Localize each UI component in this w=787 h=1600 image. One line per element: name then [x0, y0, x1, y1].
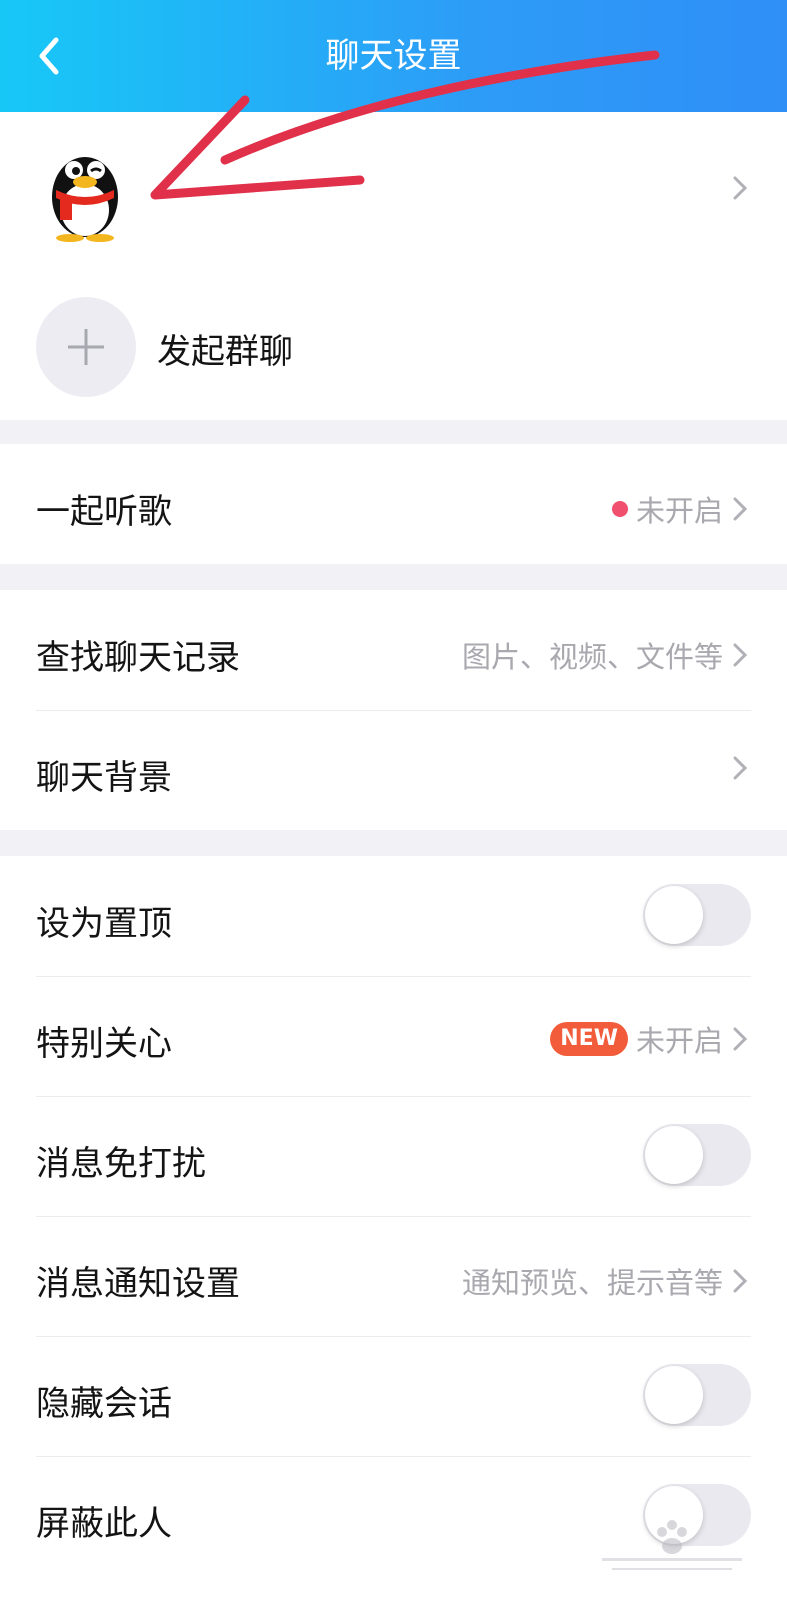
- search-history-row[interactable]: 查找聊天记录 图片、视频、文件等: [0, 590, 787, 710]
- notification-settings-row[interactable]: 消息通知设置 通知预览、提示音等: [0, 1216, 787, 1336]
- listen-status-text: 未开启: [635, 494, 723, 528]
- do-not-disturb-toggle[interactable]: [643, 1124, 751, 1186]
- title-bar: 聊天设置: [0, 0, 787, 112]
- history-section: 查找聊天记录 图片、视频、文件等 聊天背景: [0, 590, 787, 830]
- toggle-knob: [645, 1366, 703, 1424]
- search-history-label: 查找聊天记录: [36, 638, 240, 678]
- profile-row[interactable]: [0, 112, 787, 272]
- hide-conversation-label: 隐藏会话: [36, 1384, 172, 1424]
- chat-background-row[interactable]: 聊天背景: [0, 710, 787, 830]
- members-section: 发起群聊: [0, 112, 787, 420]
- notification-settings-hint-text: 通知预览、提示音等: [461, 1266, 723, 1300]
- hide-conversation-row: 隐藏会话: [0, 1336, 787, 1456]
- notification-settings-label: 消息通知设置: [36, 1264, 240, 1304]
- search-history-hint: 图片、视频、文件等: [462, 634, 749, 676]
- chevron-right-icon: [733, 176, 748, 200]
- do-not-disturb-row: 消息免打扰: [0, 1096, 787, 1216]
- listen-together-label: 一起听歌: [36, 492, 172, 532]
- chevron-right-icon: [733, 1027, 748, 1051]
- chevron-right-icon: [733, 1269, 748, 1293]
- plus-icon: [68, 329, 104, 365]
- hide-conversation-toggle[interactable]: [643, 1364, 751, 1426]
- baidu-watermark-logo: [602, 1520, 742, 1570]
- toggle-knob: [645, 1126, 703, 1184]
- options-section: 设为置顶 特别关心 NEW 未开启 消息免打扰 消息通知设置 通知预览、提示音等…: [0, 856, 787, 1600]
- do-not-disturb-label: 消息免打扰: [36, 1144, 206, 1184]
- start-group-chat-label: 发起群聊: [157, 332, 293, 372]
- listen-status: 未开启: [611, 488, 749, 530]
- pin-to-top-label: 设为置顶: [36, 904, 172, 944]
- chevron-right-icon: [733, 643, 748, 667]
- add-member-button[interactable]: [36, 297, 136, 397]
- chevron-right-icon: [733, 497, 748, 521]
- special-care-status: NEW 未开启: [550, 1018, 749, 1060]
- special-care-row[interactable]: 特别关心 NEW 未开启: [0, 976, 787, 1096]
- profile-arrow: [731, 174, 749, 202]
- page-title: 聊天设置: [325, 36, 462, 76]
- start-group-chat-row[interactable]: 发起群聊: [0, 272, 787, 412]
- chat-background-arrow: [731, 754, 749, 782]
- listen-section: 一起听歌 未开启: [0, 444, 787, 564]
- qq-penguin-avatar[interactable]: [44, 142, 126, 242]
- listen-together-row[interactable]: 一起听歌 未开启: [0, 444, 787, 564]
- special-care-status-text: 未开启: [635, 1024, 723, 1058]
- toggle-knob: [645, 886, 703, 944]
- chevron-right-icon: [733, 756, 748, 780]
- pin-to-top-toggle[interactable]: [643, 884, 751, 946]
- chat-background-label: 聊天背景: [36, 758, 172, 798]
- new-badge: NEW: [550, 1022, 628, 1056]
- notification-settings-hint: 通知预览、提示音等: [462, 1260, 749, 1302]
- search-history-hint-text: 图片、视频、文件等: [461, 640, 723, 674]
- block-user-label: 屏蔽此人: [36, 1504, 172, 1544]
- pin-to-top-row: 设为置顶: [0, 856, 787, 976]
- status-dot: [611, 501, 628, 517]
- special-care-label: 特别关心: [36, 1024, 172, 1064]
